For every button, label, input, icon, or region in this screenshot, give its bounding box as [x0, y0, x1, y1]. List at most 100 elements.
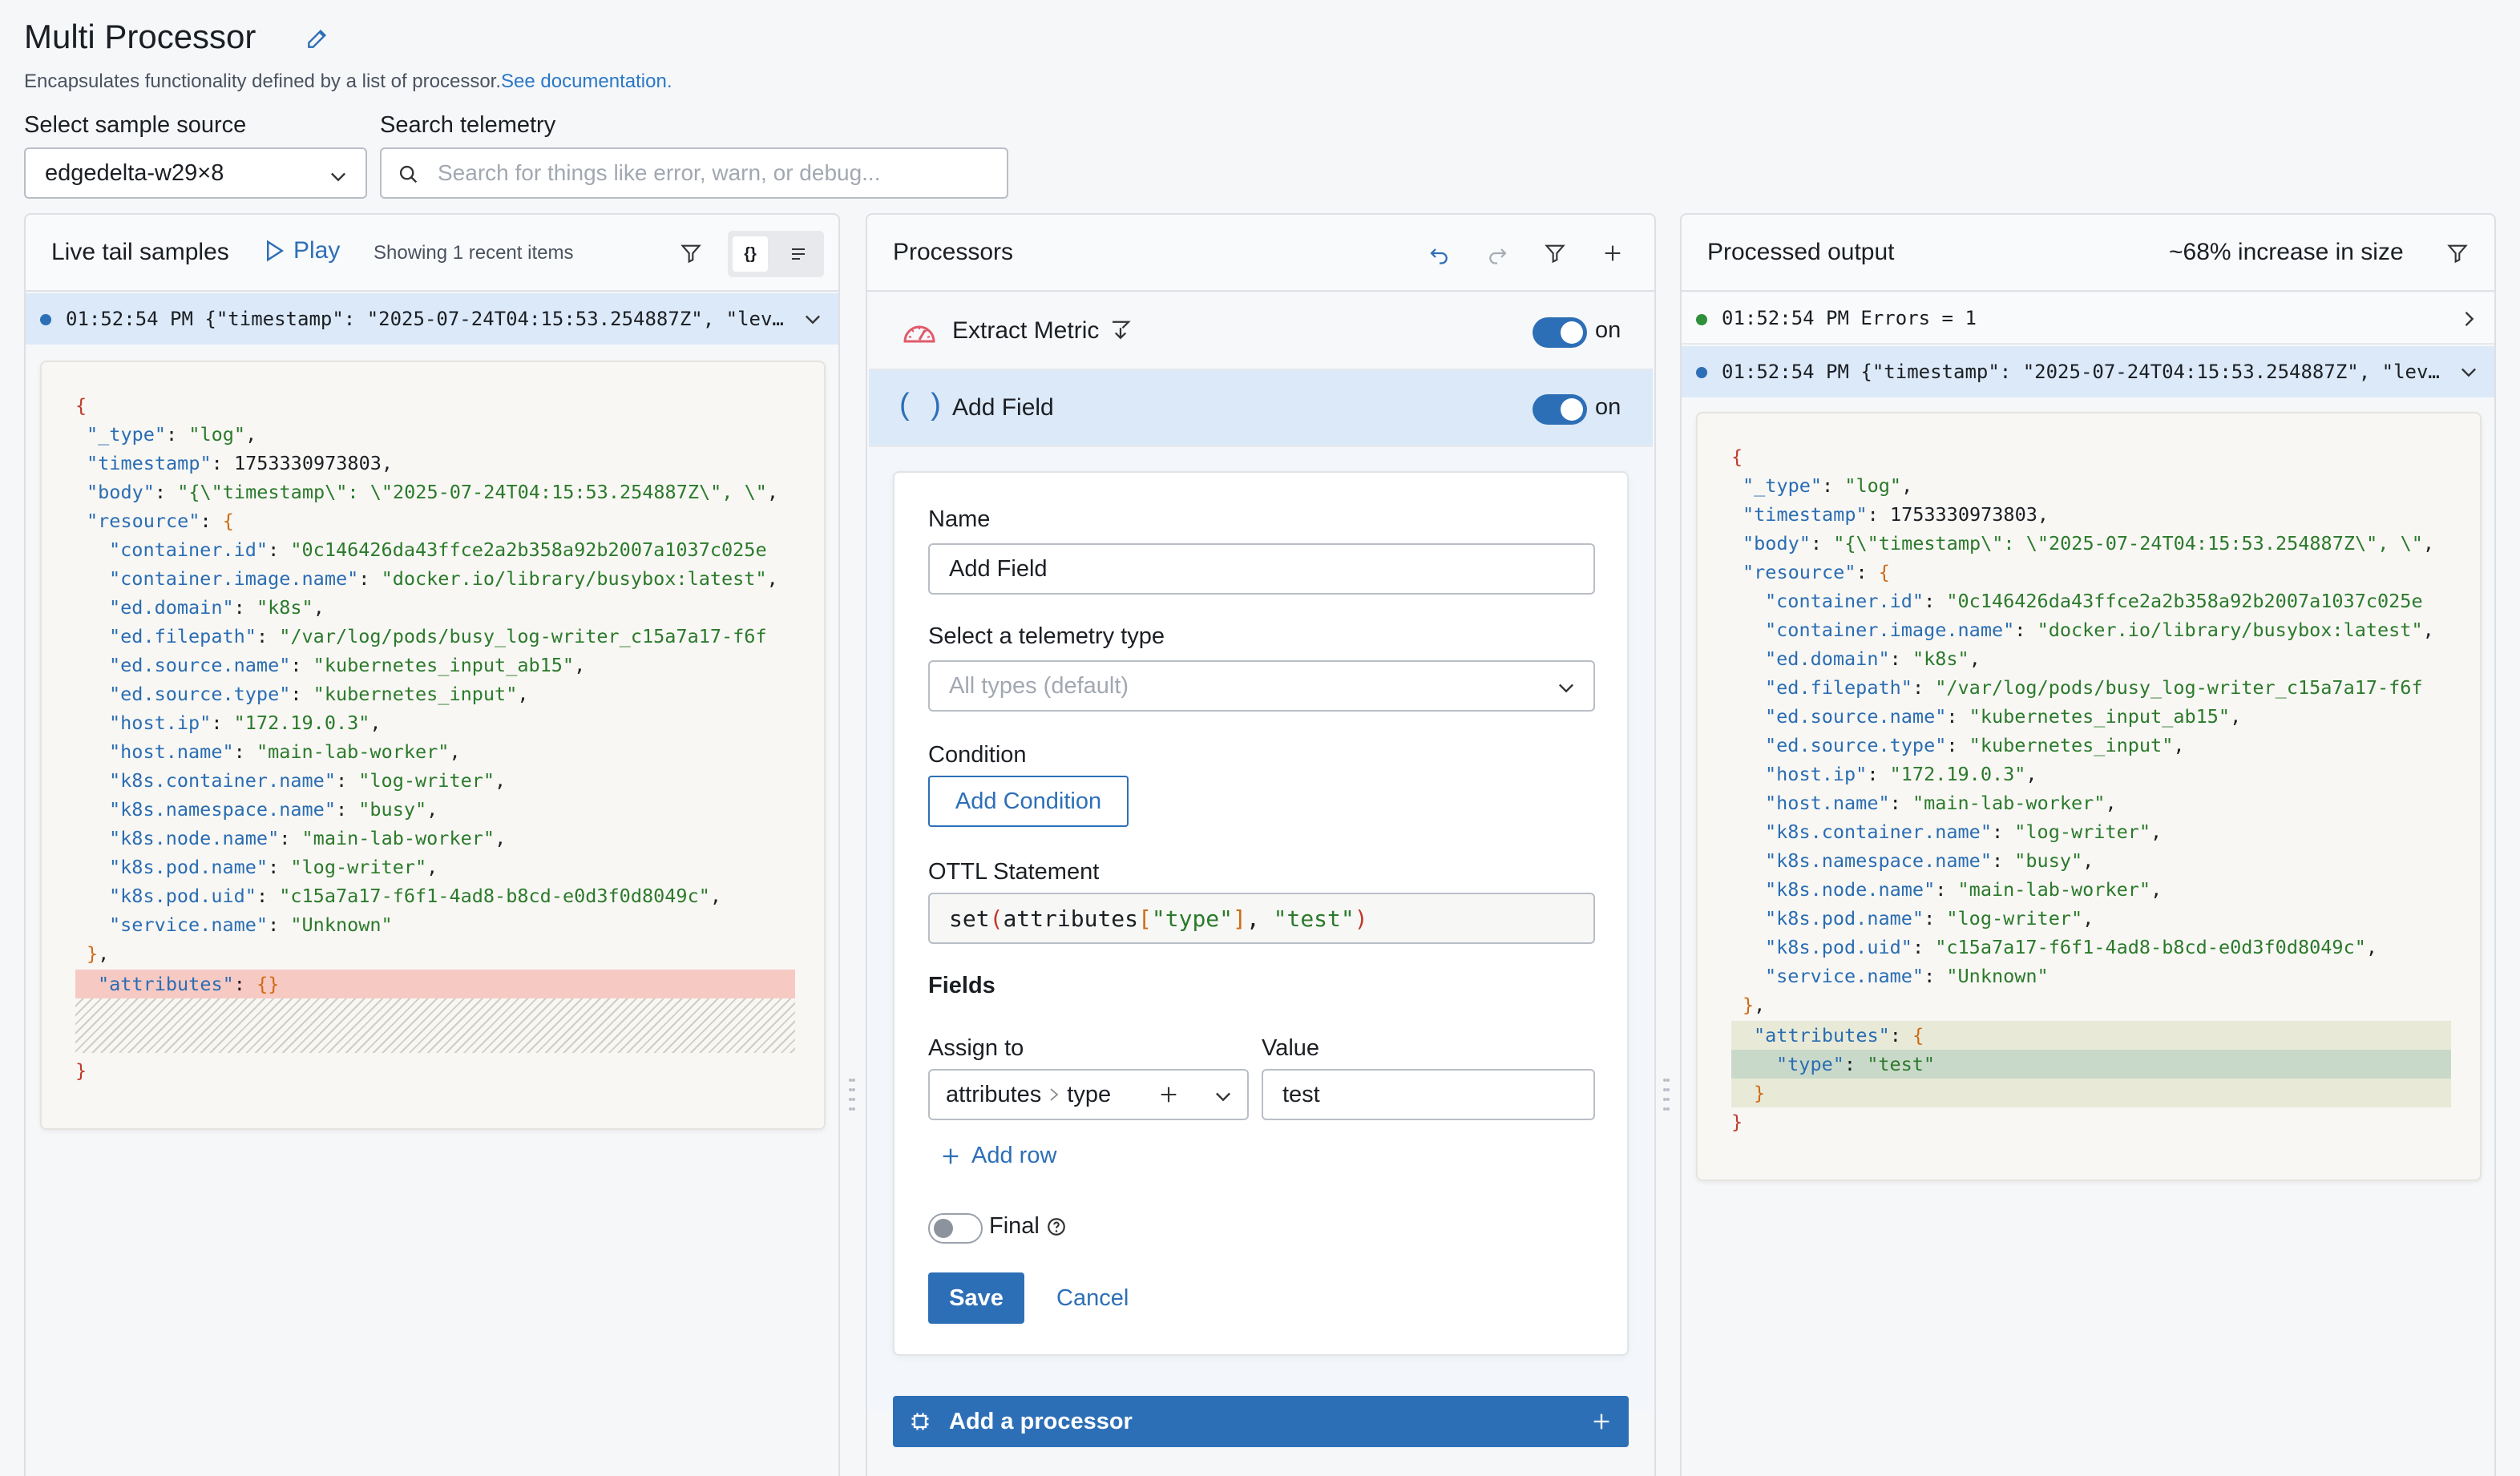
search-telemetry-field[interactable]	[380, 147, 1008, 199]
json-resource-close: },	[1743, 994, 1766, 1016]
json-value: "log-writer"	[358, 769, 495, 792]
json-line: "k8s.pod.uid": "c15a7a17-f6f1-4ad8-b8cd-…	[109, 885, 722, 907]
added-value: "test"	[1867, 1053, 1936, 1075]
braces-icon: {}	[744, 244, 757, 263]
add-processor-button[interactable]: Add a processor	[893, 1396, 1629, 1447]
ottl-bracket: ]	[1233, 905, 1246, 932]
sample-source-select[interactable]: edgedelta-w29×8	[24, 147, 367, 199]
json-view-button[interactable]: {}	[733, 236, 768, 272]
telemetry-type-placeholder: All types (default)	[949, 672, 1129, 699]
filter-icon	[1545, 244, 1565, 264]
attributes-key: "attributes"	[1754, 1024, 1890, 1047]
ottl-fn: set	[949, 905, 990, 932]
json-key: "service.name"	[1765, 965, 1924, 987]
json-key: "k8s.node.name"	[1765, 878, 1936, 901]
undo-icon	[1430, 248, 1448, 264]
json-key: "ed.source.type"	[109, 683, 291, 705]
value-value: test	[1282, 1081, 1320, 1107]
value-field[interactable]: test	[1262, 1069, 1595, 1120]
json-line: "host.name": "main-lab-worker",	[109, 740, 461, 763]
json-key: "timestamp"	[87, 452, 212, 474]
json-line: "k8s.namespace.name": "busy",	[1765, 849, 2094, 872]
sample-source-value: edgedelta-w29×8	[45, 159, 224, 186]
input-json: {"_type": "log", "timestamp": 17533309738…	[75, 391, 778, 968]
processed-output-title: Processed output	[1707, 239, 1895, 265]
undo-button[interactable]	[1422, 236, 1457, 271]
filter-button[interactable]	[1537, 236, 1573, 271]
processed-output-header: Processed output ~68% increase in size	[1682, 215, 2494, 292]
add-row-button[interactable]: Add row	[939, 1143, 1056, 1169]
search-telemetry-label: Search telemetry	[380, 112, 556, 138]
final-toggle[interactable]	[928, 1213, 983, 1244]
plus-icon	[1605, 245, 1621, 261]
ottl-bracket: [	[1138, 905, 1152, 932]
assign-part-2: type	[1067, 1081, 1112, 1107]
fields-label: Fields	[928, 973, 995, 998]
log-row-selected[interactable]: 01:52:54 PM {"timestamp": "2025-07-24T04…	[1682, 346, 2494, 397]
plus-icon[interactable]	[1157, 1083, 1180, 1106]
json-value: "Unknown"	[290, 913, 393, 936]
lines-icon	[792, 248, 805, 260]
live-tail-title: Live tail samples	[51, 239, 229, 265]
resize-handle[interactable]	[848, 1072, 856, 1120]
documentation-link[interactable]: See documentation.	[501, 71, 672, 92]
json-line: "k8s.container.name": "log-writer",	[1765, 821, 2163, 843]
log-time: 01:52:54 PM	[66, 308, 193, 330]
json-key: "container.image.name"	[1765, 619, 2015, 641]
json-key: "host.ip"	[109, 712, 212, 734]
removed-placeholder	[75, 998, 795, 1053]
json-line: "ed.filepath": "/var/log/pods/busy_log-w…	[109, 625, 767, 647]
json-key: "k8s.namespace.name"	[109, 798, 336, 821]
name-field[interactable]: Add Field	[928, 543, 1595, 595]
json-value: "0c146426da43ffce2a2b358a92b2007a1037c02…	[1946, 590, 2423, 612]
status-dot	[1696, 314, 1707, 325]
telemetry-type-label: Select a telemetry type	[928, 623, 1165, 649]
processor-extract-metric[interactable]: Extract Metric on	[869, 293, 1653, 370]
json-value: "log-writer"	[290, 856, 427, 878]
search-input[interactable]	[438, 160, 1007, 186]
log-text: {"timestamp": "2025-07-24T04:15:53.25488…	[1860, 361, 2440, 383]
help-icon[interactable]	[1046, 1216, 1067, 1237]
chevron-down-icon	[806, 315, 820, 325]
cancel-button[interactable]: Cancel	[1056, 1285, 1129, 1312]
open-brace: {	[1912, 1024, 1924, 1047]
log-row-selected[interactable]: 01:52:54 PM {"timestamp": "2025-07-24T04…	[26, 293, 838, 345]
processed-output-panel: Processed output ~68% increase in size 0…	[1680, 213, 2496, 1476]
edit-title-button[interactable]	[305, 26, 330, 51]
output-json: {"_type": "log", "timestamp": 17533309738…	[1731, 442, 2434, 1019]
json-line: "ed.domain": "k8s",	[1765, 647, 1981, 670]
json-resource-close: },	[87, 942, 110, 965]
json-value: "/var/log/pods/busy_log-writer_c15a7a17-…	[1935, 676, 2423, 699]
json-value: "busy"	[358, 798, 427, 821]
json-value: "log"	[188, 423, 246, 446]
telemetry-type-select[interactable]: All types (default)	[928, 660, 1595, 712]
json-key: "k8s.namespace.name"	[1765, 849, 1992, 872]
ottl-key: "type"	[1151, 905, 1234, 932]
page-subtitle: Encapsulates functionality defined by a …	[24, 71, 672, 93]
json-line: "ed.source.name": "kubernetes_input_ab15…	[1765, 705, 2242, 728]
add-field-toggle[interactable]	[1533, 394, 1587, 425]
log-row-metric[interactable]: 01:52:54 PM Errors = 1	[1682, 293, 2494, 345]
output-json-card: {"_type": "log", "timestamp": 17533309738…	[1696, 412, 2482, 1181]
subtitle-text: Encapsulates functionality defined by a …	[24, 71, 502, 92]
add-condition-button[interactable]: Add Condition	[928, 776, 1129, 827]
processor-label: Add Field	[952, 394, 1054, 421]
save-button[interactable]: Save	[928, 1272, 1024, 1324]
json-line: "service.name": "Unknown"	[1765, 965, 2049, 987]
json-line: "k8s.node.name": "main-lab-worker",	[1765, 878, 2163, 901]
redo-button[interactable]	[1480, 236, 1515, 271]
ottl-statement-field[interactable]: set(attributes["type"], "test")	[928, 893, 1595, 944]
play-button[interactable]: Play	[265, 237, 340, 264]
filter-button[interactable]	[673, 236, 709, 271]
extract-metric-toggle[interactable]	[1533, 317, 1587, 348]
resize-handle[interactable]	[1662, 1072, 1670, 1120]
json-line: "ed.source.name": "kubernetes_input_ab15…	[109, 654, 586, 676]
filter-button[interactable]	[2440, 236, 2475, 271]
assign-to-select[interactable]: attributes type	[928, 1069, 1249, 1120]
text-view-button[interactable]	[781, 236, 816, 272]
json-value: "kubernetes_input"	[1969, 734, 2174, 756]
processor-add-field[interactable]: ( ) Add Field on	[869, 370, 1653, 447]
json-key: "host.name"	[1765, 792, 1890, 814]
add-button[interactable]	[1595, 236, 1630, 271]
log-time: 01:52:54 PM	[1722, 307, 1849, 329]
